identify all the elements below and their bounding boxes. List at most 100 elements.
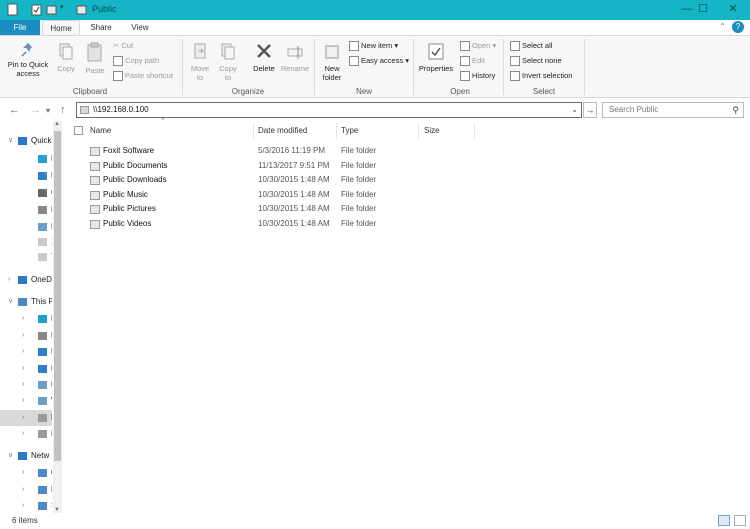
file-name[interactable]: Public Videos bbox=[103, 217, 151, 231]
expand-icon[interactable]: › bbox=[22, 311, 24, 327]
go-button[interactable]: → bbox=[583, 102, 597, 118]
column-divider[interactable] bbox=[474, 123, 475, 139]
expand-icon[interactable]: › bbox=[22, 465, 24, 481]
tab-view[interactable]: View bbox=[122, 20, 158, 35]
pin-to-quick-access-button[interactable]: Pin to Quick access bbox=[4, 42, 52, 78]
file-name[interactable]: Public Downloads bbox=[103, 173, 167, 187]
select-none-button[interactable]: Select none bbox=[510, 55, 562, 67]
nav-item[interactable]: › SL-I bbox=[0, 498, 52, 514]
nav-item[interactable]: › OneD bbox=[0, 272, 52, 288]
expand-icon[interactable]: › bbox=[22, 361, 24, 377]
forward-button[interactable]: → bbox=[30, 104, 41, 116]
expand-icon[interactable]: › bbox=[22, 377, 24, 393]
collapse-icon[interactable]: ∨ bbox=[8, 294, 13, 310]
collapse-icon[interactable]: ∨ bbox=[8, 133, 13, 149]
properties-button[interactable]: Properties bbox=[417, 42, 455, 73]
file-name[interactable]: Public Pictures bbox=[103, 202, 156, 216]
nav-item[interactable]: › Dow bbox=[0, 344, 52, 360]
address-bar[interactable]: \\192.168.0.100 ⌄ bbox=[76, 102, 582, 118]
properties-quick-icon[interactable] bbox=[31, 3, 42, 16]
tab-file[interactable]: File bbox=[0, 20, 40, 35]
history-button[interactable]: History bbox=[460, 70, 495, 82]
address-history-icon[interactable]: ⌄ bbox=[571, 105, 578, 114]
nav-item[interactable]: ∨ Netw bbox=[0, 448, 52, 464]
nav-item[interactable]: G† bbox=[0, 185, 52, 201]
nav-item[interactable]: › Loc bbox=[0, 410, 52, 426]
move-to-button[interactable]: Move to bbox=[188, 42, 212, 82]
rename-button[interactable]: Rename bbox=[280, 42, 310, 73]
file-explorer-icon[interactable] bbox=[7, 3, 18, 16]
nav-item[interactable]: › Pict bbox=[0, 377, 52, 393]
tab-share[interactable]: Share bbox=[82, 20, 120, 35]
maximize-button[interactable]: ☐ bbox=[686, 0, 720, 20]
ribbon-collapse-icon[interactable]: ⌃ bbox=[719, 22, 726, 31]
column-divider[interactable] bbox=[418, 123, 419, 139]
nav-item[interactable]: T bbox=[0, 249, 52, 265]
back-button[interactable]: ← bbox=[9, 104, 20, 116]
help-icon[interactable]: ? bbox=[732, 21, 744, 33]
quick-access-caret-icon[interactable]: ▾ bbox=[60, 3, 71, 16]
nav-item[interactable]: › COI bbox=[0, 465, 52, 481]
recent-locations-icon[interactable]: ▾ bbox=[46, 106, 50, 115]
nav-item[interactable]: › Mus bbox=[0, 361, 52, 377]
file-row[interactable]: Public Videos 10/30/2015 1:48 AM File fold… bbox=[84, 217, 404, 231]
address-path[interactable]: \\192.168.0.100 bbox=[93, 105, 149, 114]
copy-path-button[interactable]: Copy path bbox=[113, 55, 159, 67]
nav-item[interactable]: › Vide bbox=[0, 393, 52, 409]
expand-icon[interactable]: › bbox=[22, 498, 24, 514]
column-header-size[interactable]: Size bbox=[424, 123, 440, 139]
expand-icon[interactable]: › bbox=[22, 328, 24, 344]
nav-item[interactable]: D† bbox=[0, 151, 52, 167]
nav-item[interactable]: ∨ Quick bbox=[0, 133, 52, 149]
file-row[interactable]: Public Pictures 10/30/2015 1:48 AM File fo… bbox=[84, 202, 404, 216]
up-button[interactable]: ↑ bbox=[60, 104, 66, 116]
details-view-icon[interactable] bbox=[718, 515, 730, 526]
nav-item[interactable]: › Doc bbox=[0, 328, 52, 344]
column-header-date-modified[interactable]: Date modified bbox=[258, 123, 307, 139]
select-all-checkbox[interactable] bbox=[74, 126, 83, 135]
edit-button[interactable]: Edit bbox=[460, 55, 485, 67]
paste-button[interactable]: Paste bbox=[82, 42, 108, 75]
file-name[interactable]: Public Music bbox=[103, 188, 148, 202]
nav-item[interactable]: ∨ This P bbox=[0, 294, 52, 310]
expand-icon[interactable]: › bbox=[8, 272, 10, 288]
expand-icon[interactable]: › bbox=[22, 482, 24, 498]
nav-item[interactable]: D† bbox=[0, 202, 52, 218]
expand-icon[interactable]: › bbox=[22, 344, 24, 360]
nav-item[interactable]: 1 bbox=[0, 234, 52, 250]
easy-access-button[interactable]: Easy access ▾ bbox=[349, 55, 409, 67]
cut-button[interactable]: ✂ Cut bbox=[113, 40, 133, 52]
column-divider[interactable] bbox=[336, 123, 337, 139]
file-name[interactable]: Public Documents bbox=[103, 159, 167, 173]
copy-button[interactable]: Copy bbox=[54, 42, 78, 73]
nav-item[interactable]: P† bbox=[0, 219, 52, 235]
column-header-type[interactable]: Type bbox=[341, 123, 358, 139]
new-item-button[interactable]: New item ▾ bbox=[349, 40, 398, 52]
search-input[interactable]: Search Public bbox=[609, 105, 658, 114]
open-button[interactable]: Open ▾ bbox=[460, 40, 496, 52]
select-all-button[interactable]: Select all bbox=[510, 40, 552, 52]
file-name[interactable]: Foxit Software bbox=[103, 144, 154, 158]
large-icons-view-icon[interactable] bbox=[734, 515, 746, 526]
new-folder-quick-icon[interactable] bbox=[46, 3, 57, 16]
column-header-name[interactable]: Name bbox=[90, 123, 111, 139]
scroll-up-icon[interactable]: ▲ bbox=[54, 121, 60, 127]
file-row[interactable]: Public Music 10/30/2015 1:48 AM File folde… bbox=[84, 188, 404, 202]
search-box[interactable]: Search Public ⚲ bbox=[602, 102, 744, 118]
nav-pane-scrollbar[interactable]: ▲ ▼ bbox=[53, 121, 62, 513]
invert-selection-button[interactable]: Invert selection bbox=[510, 70, 572, 82]
new-folder-button[interactable]: New folder bbox=[318, 42, 346, 82]
scroll-thumb[interactable] bbox=[54, 131, 61, 461]
copy-to-button[interactable]: Copy to bbox=[216, 42, 240, 82]
column-divider[interactable] bbox=[253, 123, 254, 139]
nav-item[interactable]: › Mu bbox=[0, 426, 52, 442]
tab-home[interactable]: Home bbox=[42, 20, 80, 35]
expand-icon[interactable]: › bbox=[22, 393, 24, 409]
file-row[interactable]: Foxit Software 5/3/2016 11:19 PM File fold… bbox=[84, 144, 404, 158]
paste-shortcut-button[interactable]: Paste shortcut bbox=[113, 70, 173, 82]
file-row[interactable]: Public Documents 11/13/2017 9:51 PM File f… bbox=[84, 159, 404, 173]
delete-button[interactable]: Delete bbox=[250, 42, 278, 73]
expand-icon[interactable]: › bbox=[22, 410, 24, 426]
expand-icon[interactable]: › bbox=[22, 426, 24, 442]
nav-item[interactable]: › NEX bbox=[0, 482, 52, 498]
